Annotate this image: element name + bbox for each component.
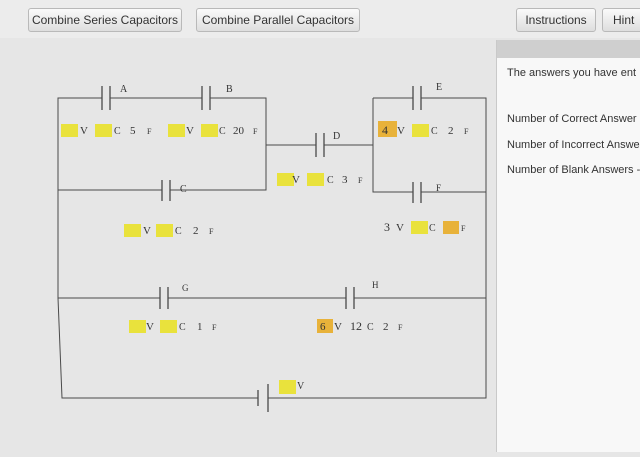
cap-b-charge-input[interactable] [201, 124, 218, 137]
cap-a-volt-unit: V [80, 125, 88, 137]
cap-c-charge-prefix: C [175, 226, 182, 237]
circuit-board: A B C D E F G H V C 5 F V C 20 F V C 2 F… [0, 38, 495, 452]
cap-d-label: D [333, 131, 340, 142]
cap-d-charge-input[interactable] [307, 173, 324, 186]
cap-f-charge-input[interactable] [411, 221, 428, 234]
cap-e-charge-prefix: C [431, 126, 438, 137]
battery-voltage-input[interactable] [279, 380, 296, 394]
incorrect-answers-count: Number of Incorrect Answe [507, 139, 640, 151]
cap-g-farad-unit: F [212, 323, 217, 332]
cap-h-voltage-value: 6 [320, 321, 326, 333]
cap-b-farad-unit: F [253, 127, 258, 136]
battery-values: V [279, 380, 305, 394]
results-panel: The answers you have ent Number of Corre… [496, 40, 640, 452]
cap-d-values: V C 3 F [277, 173, 363, 186]
cap-g-volt-unit: V [146, 321, 154, 333]
cap-e-voltage-value: 4 [382, 123, 388, 137]
cap-h-capacitance: 2 [383, 321, 389, 333]
cap-e-capacitance: 2 [448, 125, 454, 137]
cap-f-volt-unit: V [396, 222, 404, 234]
cap-c-label: C [180, 184, 187, 195]
cap-f-farad-unit: F [461, 224, 466, 233]
combine-parallel-button[interactable]: Combine Parallel Capacitors [196, 8, 360, 32]
cap-f-values: 3 V C F [384, 220, 466, 234]
cap-f-label: F [436, 183, 441, 193]
toolbar: Combine Series Capacitors Combine Parall… [0, 0, 640, 38]
cap-g-charge-input[interactable] [160, 320, 177, 333]
cap-e-label: E [436, 82, 442, 93]
cap-f-voltage-value: 3 [384, 220, 390, 234]
cap-b-values: V C 20 F [168, 124, 258, 137]
cap-c-values: V C 2 F [124, 224, 214, 237]
cap-b-label: B [226, 84, 233, 95]
cap-c-farad-unit: F [209, 227, 214, 236]
cap-f-capacitance-input[interactable] [443, 221, 459, 234]
cap-f-charge-prefix: C [429, 223, 436, 234]
cap-h-values: 6 V 12 C 2 F [317, 319, 403, 333]
cap-h-label: H [372, 280, 379, 290]
cap-c-charge-input[interactable] [156, 224, 173, 237]
cap-e-values: 4 V C 2 F [378, 121, 469, 137]
results-panel-header [497, 40, 640, 58]
cap-b-charge-prefix: C [219, 126, 226, 137]
cap-a-voltage-input[interactable] [61, 124, 78, 137]
cap-g-capacitance: 1 [197, 321, 203, 333]
cap-h-farad-unit: F [398, 323, 403, 332]
cap-c-volt-unit: V [143, 225, 151, 237]
circuit-diagram: A B C D E F G H V C 5 F V C 20 F V C 2 F… [57, 82, 487, 412]
cap-e-farad-unit: F [464, 127, 469, 136]
cap-d-capacitance: 3 [342, 174, 348, 186]
cap-c-capacitance: 2 [193, 225, 199, 237]
cap-a-charge-input[interactable] [95, 124, 112, 137]
cap-g-label: G [182, 283, 189, 293]
results-intro-text: The answers you have ent [507, 67, 637, 79]
instructions-button[interactable]: Instructions [516, 8, 596, 32]
cap-c-voltage-input[interactable] [124, 224, 141, 237]
cap-g-voltage-input[interactable] [129, 320, 146, 333]
cap-e-charge-input[interactable] [412, 124, 429, 137]
cap-g-charge-prefix: C [179, 322, 186, 333]
cap-b-capacitance: 20 [233, 125, 245, 137]
correct-answers-count: Number of Correct Answer [507, 113, 637, 125]
cap-a-values: V C 5 F [61, 124, 152, 137]
battery-volt-unit: V [297, 381, 305, 392]
cap-e-volt-unit: V [397, 125, 405, 137]
cap-a-label: A [120, 84, 128, 95]
hint-button[interactable]: Hint [602, 8, 640, 32]
cap-h-charge-prefix: C [367, 322, 374, 333]
cap-h-charge-value: 12 [350, 319, 362, 333]
cap-d-volt-unit: V [292, 174, 300, 186]
cap-b-voltage-input[interactable] [168, 124, 185, 137]
cap-a-farad-unit: F [147, 127, 152, 136]
blank-answers-count: Number of Blank Answers - [507, 164, 640, 176]
cap-g-values: V C 1 F [129, 320, 217, 333]
cap-d-farad-unit: F [358, 176, 363, 185]
combine-series-button[interactable]: Combine Series Capacitors [28, 8, 182, 32]
cap-a-charge-prefix: C [114, 126, 121, 137]
cap-h-volt-unit: V [334, 321, 342, 333]
cap-d-charge-prefix: C [327, 175, 334, 186]
cap-b-volt-unit: V [186, 125, 194, 137]
circuit-wires [57, 97, 487, 399]
cap-a-capacitance: 5 [130, 125, 136, 137]
